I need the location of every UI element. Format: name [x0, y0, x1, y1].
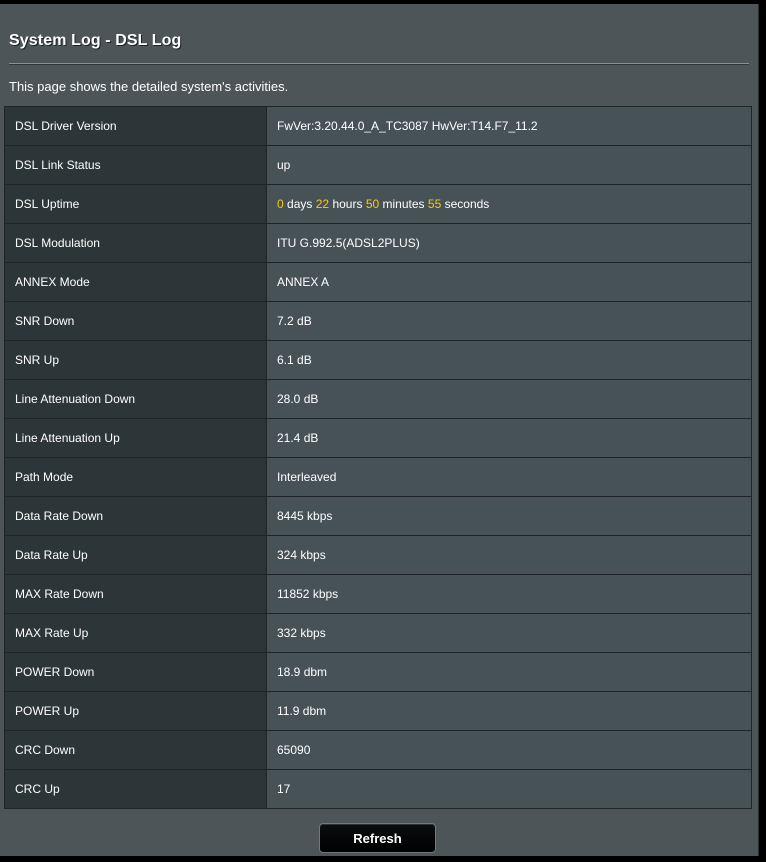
table-row: CRC Down 65090: [4, 730, 752, 770]
page-title: System Log - DSL Log: [9, 32, 182, 49]
row-label-crc-up: CRC Up: [4, 769, 267, 809]
table-row: MAX Rate Down 11852 kbps: [4, 574, 752, 614]
row-value-data-rate-up: 324 kbps: [266, 535, 752, 575]
table-row: DSL Link Status up: [4, 145, 752, 185]
refresh-button[interactable]: Refresh: [319, 823, 436, 853]
row-value-dsl-link-status: up: [266, 145, 752, 185]
row-label-line-attenuation-down: Line Attenuation Down: [4, 379, 267, 419]
dsl-log-table: DSL Driver Version FwVer:3.20.44.0_A_TC3…: [4, 106, 752, 809]
row-label-path-mode: Path Mode: [4, 457, 267, 497]
table-row: ANNEX Mode ANNEX A: [4, 262, 752, 302]
uptime-days: 0: [277, 197, 284, 211]
row-label-power-down: POWER Down: [4, 652, 267, 692]
row-value-line-attenuation-up: 21.4 dB: [266, 418, 752, 458]
row-label-dsl-link-status: DSL Link Status: [4, 145, 267, 185]
uptime-hours: 22: [315, 197, 330, 211]
row-value-power-up: 11.9 dbm: [266, 691, 752, 731]
row-value-line-attenuation-down: 28.0 dB: [266, 379, 752, 419]
row-value-data-rate-down: 8445 kbps: [266, 496, 752, 536]
row-label-annex-mode: ANNEX Mode: [4, 262, 267, 302]
table-row: DSL Uptime 0 days 22 hours 50 minutes 55…: [4, 184, 752, 224]
row-label-line-attenuation-up: Line Attenuation Up: [4, 418, 267, 458]
table-row: DSL Driver Version FwVer:3.20.44.0_A_TC3…: [4, 106, 752, 146]
row-label-data-rate-down: Data Rate Down: [4, 496, 267, 536]
table-row: POWER Down 18.9 dbm: [4, 652, 752, 692]
table-row: Line Attenuation Down 28.0 dB: [4, 379, 752, 419]
table-row: Data Rate Down 8445 kbps: [4, 496, 752, 536]
row-value-crc-up: 17: [266, 769, 752, 809]
row-value-snr-down: 7.2 dB: [266, 301, 752, 341]
row-label-crc-down: CRC Down: [4, 730, 267, 770]
page-description: This page shows the detailed system's ac…: [9, 79, 289, 94]
row-value-snr-up: 6.1 dB: [266, 340, 752, 380]
system-log-panel: System Log - DSL Log This page shows the…: [0, 4, 759, 856]
row-label-snr-down: SNR Down: [4, 301, 267, 341]
table-row: POWER Up 11.9 dbm: [4, 691, 752, 731]
row-label-max-rate-down: MAX Rate Down: [4, 574, 267, 614]
title-divider: [9, 63, 749, 65]
row-value-annex-mode: ANNEX A: [266, 262, 752, 302]
table-row: Data Rate Up 324 kbps: [4, 535, 752, 575]
table-row: MAX Rate Up 332 kbps: [4, 613, 752, 653]
row-label-max-rate-up: MAX Rate Up: [4, 613, 267, 653]
table-row: DSL Modulation ITU G.992.5(ADSL2PLUS): [4, 223, 752, 263]
row-label-power-up: POWER Up: [4, 691, 267, 731]
row-label-data-rate-up: Data Rate Up: [4, 535, 267, 575]
uptime-minutes: 50: [365, 197, 380, 211]
uptime-minutes-unit: minutes: [382, 197, 425, 211]
table-row: SNR Down 7.2 dB: [4, 301, 752, 341]
uptime-seconds: 55: [427, 197, 442, 211]
uptime-hours-unit: hours: [332, 197, 363, 211]
row-value-dsl-uptime: 0 days 22 hours 50 minutes 55 seconds: [266, 184, 752, 224]
row-value-dsl-driver-version: FwVer:3.20.44.0_A_TC3087 HwVer:T14.F7_11…: [266, 106, 752, 146]
row-label-snr-up: SNR Up: [4, 340, 267, 380]
row-value-crc-down: 65090: [266, 730, 752, 770]
row-value-power-down: 18.9 dbm: [266, 652, 752, 692]
row-value-max-rate-up: 332 kbps: [266, 613, 752, 653]
row-value-path-mode: Interleaved: [266, 457, 752, 497]
uptime-days-unit: days: [287, 197, 313, 211]
row-label-dsl-driver-version: DSL Driver Version: [4, 106, 267, 146]
row-value-max-rate-down: 11852 kbps: [266, 574, 752, 614]
row-label-dsl-uptime: DSL Uptime: [4, 184, 267, 224]
table-row: Path Mode Interleaved: [4, 457, 752, 497]
row-label-dsl-modulation: DSL Modulation: [4, 223, 267, 263]
table-row: SNR Up 6.1 dB: [4, 340, 752, 380]
table-row: Line Attenuation Up 21.4 dB: [4, 418, 752, 458]
uptime-seconds-unit: seconds: [444, 197, 490, 211]
table-row: CRC Up 17: [4, 769, 752, 809]
row-value-dsl-modulation: ITU G.992.5(ADSL2PLUS): [266, 223, 752, 263]
